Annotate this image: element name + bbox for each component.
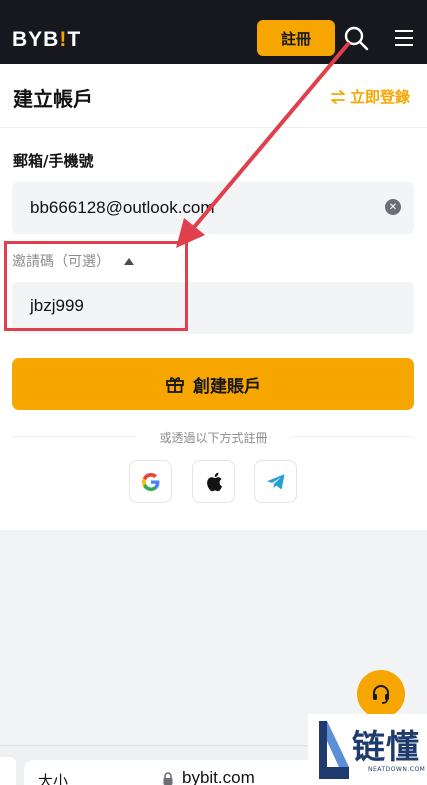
google-signup-button[interactable] [129, 460, 172, 503]
annotation-highlight-box [4, 241, 188, 331]
page-title: 建立帳戶 [13, 87, 93, 111]
email-value: bb666128@outlook.com [30, 198, 215, 217]
text-size-button[interactable]: 大小 [38, 770, 68, 785]
or-divider-right [290, 436, 414, 437]
top-navigation-bar: BYB!T 註冊 [0, 0, 427, 64]
header-divider [0, 127, 427, 128]
url-text: bybit.com [182, 768, 255, 785]
support-chat-button[interactable] [357, 670, 405, 718]
search-icon[interactable] [343, 25, 369, 51]
swap-arrows-icon [331, 89, 345, 104]
clear-icon[interactable]: ✕ [385, 199, 401, 215]
address-bar[interactable] [24, 760, 324, 785]
neatdown-logo-icon [319, 721, 349, 779]
telegram-signup-button[interactable] [254, 460, 297, 503]
watermark-text: 链懂 [352, 727, 420, 766]
create-account-label: 創建賬戶 [193, 376, 261, 397]
apple-icon [206, 472, 222, 491]
apple-signup-button[interactable] [192, 460, 235, 503]
gift-icon [166, 377, 184, 393]
or-register-with-text: 或透過以下方式註冊 [159, 431, 268, 445]
watermark-subtext: NEATDOWN.COM [368, 766, 426, 773]
logo-text-b: T [67, 28, 82, 51]
create-account-button[interactable]: 創建賬戶 [12, 358, 414, 410]
bybit-logo[interactable]: BYB!T [12, 28, 81, 52]
lock-icon [163, 772, 173, 785]
login-link-label: 立即登錄 [350, 88, 411, 106]
register-button[interactable]: 註冊 [257, 20, 335, 56]
login-link[interactable]: 立即登錄 [330, 86, 410, 107]
google-icon [141, 472, 159, 491]
email-label: 郵箱/手機號 [13, 152, 94, 170]
browser-tab-edge [0, 757, 16, 785]
logo-text-a: BYB [12, 28, 60, 51]
telegram-icon [266, 473, 284, 489]
hamburger-menu-icon[interactable] [394, 28, 414, 48]
email-field[interactable]: bb666128@outlook.com ✕ [12, 182, 414, 234]
watermark: 链懂 NEATDOWN.COM [308, 714, 427, 785]
headset-icon [373, 685, 389, 704]
